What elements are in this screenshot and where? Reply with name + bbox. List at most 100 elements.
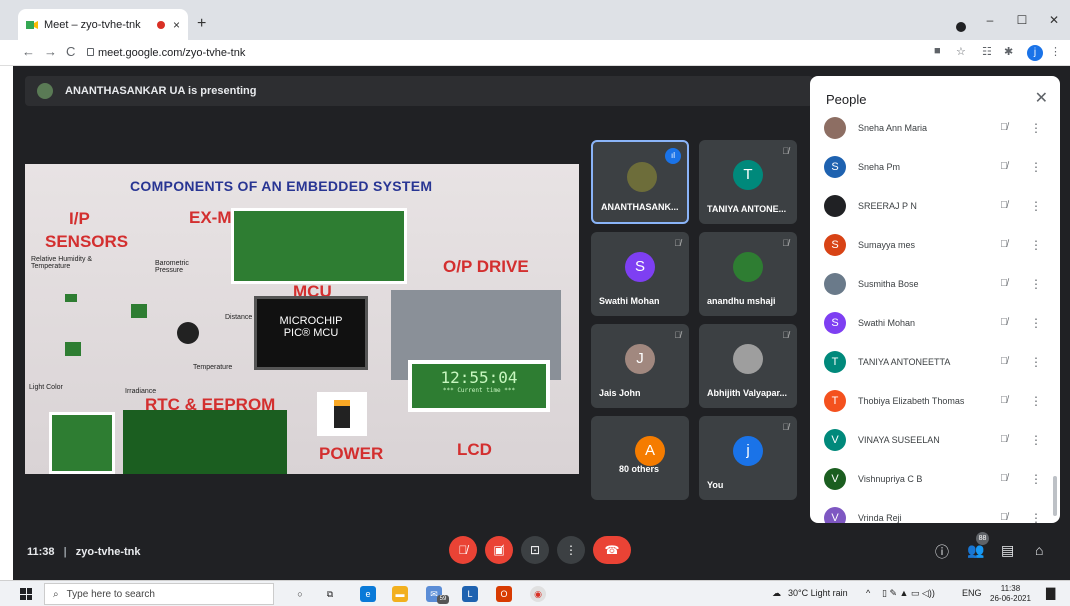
participant-more-button[interactable]: ⋮	[1026, 277, 1046, 291]
reload-icon[interactable]: C	[66, 44, 75, 59]
people-list-item[interactable]: Susmitha Bose 🎙̸ ⋮	[810, 264, 1060, 303]
people-panel: People ✕ Sneha Ann Maria 🎙̸ ⋮ S Sneha Pm 🎙̸ ⋮ S…	[810, 76, 1060, 523]
participant-name: Swathi Mohan	[858, 317, 916, 328]
tile-participant[interactable]: 🎙̸ anandhu mshaji	[699, 232, 797, 316]
tile-avatar	[627, 162, 657, 192]
participant-more-button[interactable]: ⋮	[1026, 238, 1046, 252]
people-list-item[interactable]: V VINAYA SUSEELAN 🎙̸ ⋮	[810, 420, 1060, 459]
file-explorer-icon[interactable]: ▬	[392, 586, 408, 602]
participant-more-button[interactable]: ⋮	[1026, 121, 1046, 135]
label-ip: I/P	[69, 209, 90, 228]
profile-avatar[interactable]: j	[1027, 45, 1043, 61]
participant-name: Vishnupriya C B	[858, 473, 923, 484]
leave-call-button[interactable]: ☎	[593, 536, 631, 564]
tray-chevron-icon[interactable]: ^	[866, 588, 870, 598]
tile-participant[interactable]: 🎙̸ J Jais John	[591, 324, 689, 408]
new-tab-button[interactable]: +	[197, 15, 206, 33]
participant-more-button[interactable]: ⋮	[1026, 394, 1046, 408]
weather-icon[interactable]: ☁	[772, 588, 781, 599]
people-list-item[interactable]: T Thobiya Elizabeth Thomas 🎙̸ ⋮	[810, 381, 1060, 420]
ex-module-board-image	[231, 208, 407, 284]
office-icon[interactable]: O	[496, 586, 512, 602]
bookmark-star-icon[interactable]: ☆	[956, 45, 966, 58]
menu-kebab-icon[interactable]: ⋮	[1050, 45, 1061, 58]
chat-icon[interactable]: ▤	[1001, 542, 1014, 559]
edge-icon[interactable]: e	[360, 586, 376, 602]
speaking-indicator-icon: ıl	[665, 148, 681, 164]
tile-participant[interactable]: 🎙̸ T TANIYA ANTONE...	[699, 140, 797, 224]
people-list-item[interactable]: S Swathi Mohan 🎙̸ ⋮	[810, 303, 1060, 342]
tile-participant[interactable]: 🎙̸ Abhijith Valyapar...	[699, 324, 797, 408]
people-list-scrollbar[interactable]	[1053, 476, 1057, 516]
tile-presenter[interactable]: ıl ANANTHASANK...	[591, 140, 689, 224]
language-indicator[interactable]: ENG	[962, 588, 982, 598]
tile-name: TANIYA ANTONE...	[707, 204, 787, 214]
meeting-details[interactable]: 11:38 | zyo-tvhe-tnk	[27, 546, 141, 558]
meeting-info-icon[interactable]: ⓘ	[935, 542, 949, 562]
sensor-temperature-label: Temperature	[193, 364, 233, 371]
label-op-drive: O/P DRIVE	[443, 257, 529, 276]
minimize-button[interactable]: –	[974, 13, 1006, 27]
chrome-icon[interactable]: ◉	[530, 586, 546, 602]
presenter-banner: ANANTHASANKAR UA is presenting	[25, 76, 813, 106]
url-field[interactable]: meet.google.com/zyo-tvhe-tnk	[98, 47, 245, 59]
tile-name: 80 others	[619, 464, 660, 474]
window-close-button[interactable]: ✕	[1038, 13, 1070, 27]
tile-self[interactable]: 🎙̸ j You	[699, 416, 797, 500]
task-view-icon[interactable]: ⧉	[322, 586, 338, 602]
people-list-item[interactable]: S Sumayya mes 🎙̸ ⋮	[810, 225, 1060, 264]
camera-toggle-button[interactable]: ▣̸	[485, 536, 513, 564]
extension-icon[interactable]: ☷	[982, 45, 992, 58]
participant-avatar	[824, 194, 846, 217]
mic-off-icon: 🎙̸	[674, 238, 681, 248]
windows-taskbar: ⌕ Type here to search ○ ⧉ e ▬ ✉ 59 L O ◉…	[0, 580, 1070, 606]
people-list-item[interactable]: SREERAJ P N 🎙̸ ⋮	[810, 186, 1060, 225]
participant-more-button[interactable]: ⋮	[1026, 511, 1046, 524]
participant-more-button[interactable]: ⋮	[1026, 472, 1046, 486]
present-button[interactable]: ⊡	[521, 536, 549, 564]
account-indicator-icon[interactable]	[956, 22, 966, 32]
people-list-item[interactable]: T TANIYA ANTONEETTA 🎙̸ ⋮	[810, 342, 1060, 381]
camera-icon[interactable]: ■	[934, 45, 941, 57]
tile-participant[interactable]: 🎙̸ S Swathi Mohan	[591, 232, 689, 316]
participant-more-button[interactable]: ⋮	[1026, 433, 1046, 447]
participant-more-button[interactable]: ⋮	[1026, 160, 1046, 174]
maximize-button[interactable]: ☐	[1006, 13, 1038, 27]
forward-icon[interactable]: →	[44, 44, 57, 59]
app-l-icon[interactable]: L	[462, 586, 478, 602]
participant-more-button[interactable]: ⋮	[1026, 316, 1046, 330]
tile-avatar: T	[733, 160, 763, 190]
notification-icon[interactable]: ▇	[1046, 586, 1055, 600]
participant-more-button[interactable]: ⋮	[1026, 199, 1046, 213]
lock-icon	[87, 48, 94, 56]
mic-off-icon: 🎙̸	[1000, 473, 1008, 484]
battery-image	[317, 392, 367, 436]
people-panel-close-button[interactable]: ✕	[1035, 88, 1048, 108]
people-list-item[interactable]: V Vrinda Reji 🎙̸ ⋮	[810, 498, 1060, 523]
people-list-item[interactable]: Sneha Ann Maria 🎙̸ ⋮	[810, 108, 1060, 147]
puzzle-icon[interactable]: ✱	[1004, 45, 1013, 58]
weather-text[interactable]: 30°C Light rain	[788, 588, 848, 598]
more-options-button[interactable]: ⋮	[557, 536, 585, 564]
tab-close-button[interactable]: ×	[173, 18, 180, 32]
sensor-chip-3	[65, 342, 81, 356]
participant-more-button[interactable]: ⋮	[1026, 355, 1046, 369]
participant-name: Sneha Ann Maria	[858, 122, 928, 133]
mic-toggle-button[interactable]: 🎙̸	[449, 536, 477, 564]
taskbar-search-input[interactable]: ⌕ Type here to search	[44, 583, 274, 605]
activities-icon[interactable]: ⌂	[1035, 542, 1043, 558]
browser-tab-meet[interactable]: Meet – zyo-tvhe-tnk ×	[18, 9, 188, 40]
tile-others[interactable]: A 80 others	[591, 416, 689, 500]
windows-start-icon[interactable]	[20, 588, 32, 600]
rtc-board-image	[49, 412, 115, 474]
sensor-humidity-label: Relative Humidity & Temperature	[31, 256, 93, 270]
tray-icons[interactable]: ▯ ✎ ▲ ▭ ◁))	[882, 588, 935, 599]
people-list-item[interactable]: V Vishnupriya C B 🎙̸ ⋮	[810, 459, 1060, 498]
back-icon[interactable]: ←	[22, 44, 35, 59]
mic-off-icon: 🎙̸	[1000, 512, 1008, 523]
taskbar-clock[interactable]: 11:38 26-06-2021	[990, 584, 1031, 604]
participant-avatar: T	[824, 350, 846, 373]
people-list-item[interactable]: S Sneha Pm 🎙̸ ⋮	[810, 147, 1060, 186]
mic-off-icon: 🎙̸	[1000, 122, 1008, 133]
cortana-icon[interactable]: ○	[292, 586, 308, 602]
